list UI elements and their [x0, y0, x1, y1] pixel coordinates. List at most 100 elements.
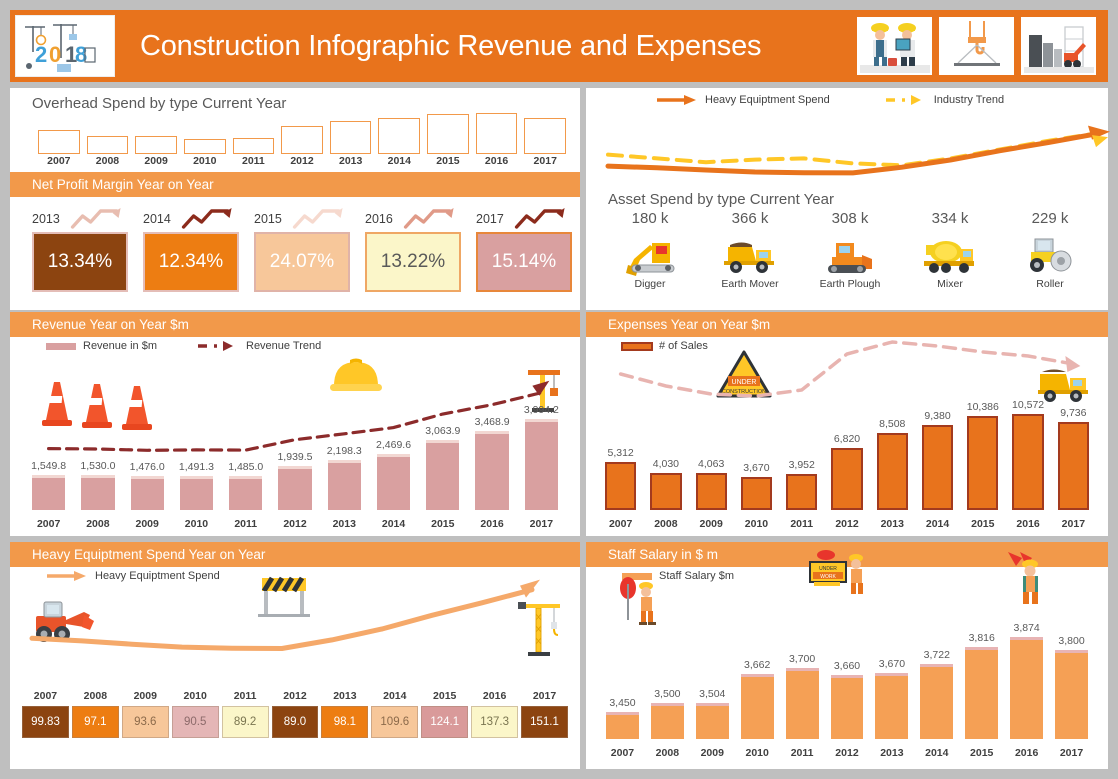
trend-up-arrow-icon — [403, 208, 454, 229]
bar-rect — [278, 465, 312, 510]
bar-column: 3,952 — [786, 459, 818, 510]
road-barrier-icon — [258, 576, 310, 617]
bar-column: 9,736 — [1057, 406, 1089, 510]
bar-year-label: 2007 — [610, 747, 635, 759]
page-title: Construction Infographic Revenue and Exp… — [140, 29, 762, 62]
net-profit-year-label: 2015 — [254, 212, 282, 226]
net-profit-card: 2014 12.34% — [143, 206, 239, 292]
bar-rect — [695, 473, 727, 510]
bar-rect — [786, 474, 818, 510]
bar-value-label: 3,662 — [744, 659, 771, 672]
bar-value-label: 3,722 — [923, 648, 950, 661]
overhead-year-label: 2011 — [241, 155, 265, 167]
overhead-bar — [232, 138, 275, 154]
bar-rect — [785, 667, 819, 739]
asset-value: 334 k — [931, 210, 969, 227]
bar-year-label: 2012 — [835, 518, 859, 530]
heavy-band-title: Heavy Equiptment Spend Year on Year — [10, 542, 580, 567]
heavy-year-axis: 2007 2008 2009 2010 2011 2012 2013 2014 2015 2016… — [22, 690, 568, 702]
bar-value-label: 6,820 — [833, 433, 861, 445]
overhead-year-label: 2012 — [290, 155, 314, 167]
svg-text:2: 2 — [35, 42, 47, 67]
bar-column: 3,670 — [740, 462, 773, 510]
bar-rect — [32, 474, 66, 510]
bar-column: 3,816 — [965, 631, 999, 739]
bar-rect — [475, 430, 509, 510]
overhead-year-axis: 2007 2008 2009 2010 2011 2012 2013 2014 2015 2016… — [38, 155, 566, 167]
overhead-year-label: 2008 — [95, 155, 120, 167]
trend-legend-label: Industry Trend — [933, 94, 1005, 106]
heavy-year-label: 2009 — [133, 690, 157, 702]
net-profit-card: 2016 13.22% — [365, 206, 461, 292]
asset-spend-panel: Asset Spend by type Current Year 180 k Di… — [586, 184, 1108, 310]
bar-value-label: 3,660 — [833, 659, 861, 672]
bar-value-label: 3,816 — [968, 631, 995, 644]
overhead-year-label: 2017 — [533, 155, 557, 167]
bar-rect — [524, 418, 558, 510]
bar-rect — [376, 453, 411, 510]
asset-label: Mixer — [937, 278, 963, 290]
bar-year-label: 2015 — [431, 518, 455, 530]
overhead-bars — [38, 112, 567, 154]
bar-rect — [740, 674, 774, 739]
bar-rect — [229, 476, 263, 510]
heavy-value-cell: 99.83 — [22, 706, 69, 738]
bar-year-label: 2017 — [529, 518, 554, 530]
bar-value-label: 1,491.3 — [178, 460, 214, 473]
bar-rect — [327, 459, 361, 510]
bar-column: 3,800 — [1055, 635, 1088, 739]
bar-column: 3,994.2 — [523, 403, 559, 510]
overhead-bar — [135, 136, 177, 154]
bar-column: 3,450 — [606, 697, 639, 739]
trend-legend-item: Industry Trend — [885, 94, 1004, 106]
bar-year-label: 2010 — [184, 518, 209, 530]
overhead-year-label: 2010 — [193, 155, 217, 167]
overhead-title: Overhead Spend by type Current Year — [32, 95, 287, 112]
heavy-year-label: 2015 — [433, 690, 457, 702]
bar-rect — [179, 475, 214, 510]
dump-truck-icon — [700, 229, 800, 276]
heavy-line-chart — [29, 576, 560, 656]
overhead-year-label: 2014 — [387, 155, 411, 167]
overhead-year-label: 2016 — [484, 155, 509, 167]
bar-value-label: 3,468.9 — [474, 415, 510, 428]
bar-column: 1,549.8 — [31, 459, 67, 510]
heavy-value-cell: 90.5 — [171, 706, 219, 738]
bar-column: 1,939.5 — [277, 451, 313, 510]
bar-column: 4,063 — [695, 458, 727, 510]
bar-value-label: 3,994.2 — [523, 403, 559, 416]
bar-rect — [830, 674, 864, 739]
bar-value-label: 1,549.8 — [31, 459, 67, 472]
bar-year-label: 2015 — [971, 518, 995, 530]
overhead-bar — [329, 121, 372, 154]
net-profit-card-head: 2015 — [254, 206, 350, 232]
bar-value-label: 9,736 — [1060, 406, 1087, 419]
asset-value: 180 k — [631, 210, 669, 227]
overhead-bar — [38, 130, 80, 154]
workers-blueprint-photo — [857, 17, 932, 75]
heavy-value-cell: 124.1 — [421, 706, 469, 738]
overhead-bar — [183, 139, 226, 154]
asset-item: 229 k Roller — [1000, 210, 1100, 290]
heavy-value-cell: 109.6 — [371, 706, 419, 738]
bar-year-label: 2014 — [381, 518, 406, 530]
bulldozer-icon — [800, 229, 900, 276]
bar-value-label: 4,063 — [698, 458, 725, 471]
bar-column: 5,312 — [605, 447, 637, 510]
crane-hook-photo — [939, 17, 1014, 75]
bar-value-label: 8,508 — [879, 417, 906, 430]
bar-column: 2,198.3 — [327, 445, 362, 510]
overhead-bar — [86, 136, 129, 154]
bar-rect — [650, 473, 682, 510]
asset-item: 334 k Mixer — [900, 210, 1000, 290]
cement-mixer-icon — [900, 229, 1000, 276]
bar-value-label: 3,450 — [609, 697, 636, 710]
net-profit-value-box: 15.14% — [476, 232, 572, 292]
bar-year-label: 2013 — [880, 747, 904, 759]
net-profit-year-label: 2017 — [476, 212, 504, 226]
net-profit-card-head: 2014 — [143, 206, 239, 232]
wheel-loader-icon — [36, 601, 94, 642]
bar-year-label: 2010 — [745, 747, 769, 759]
asset-value: 366 k — [731, 210, 769, 227]
asset-value: 308 k — [831, 210, 869, 227]
